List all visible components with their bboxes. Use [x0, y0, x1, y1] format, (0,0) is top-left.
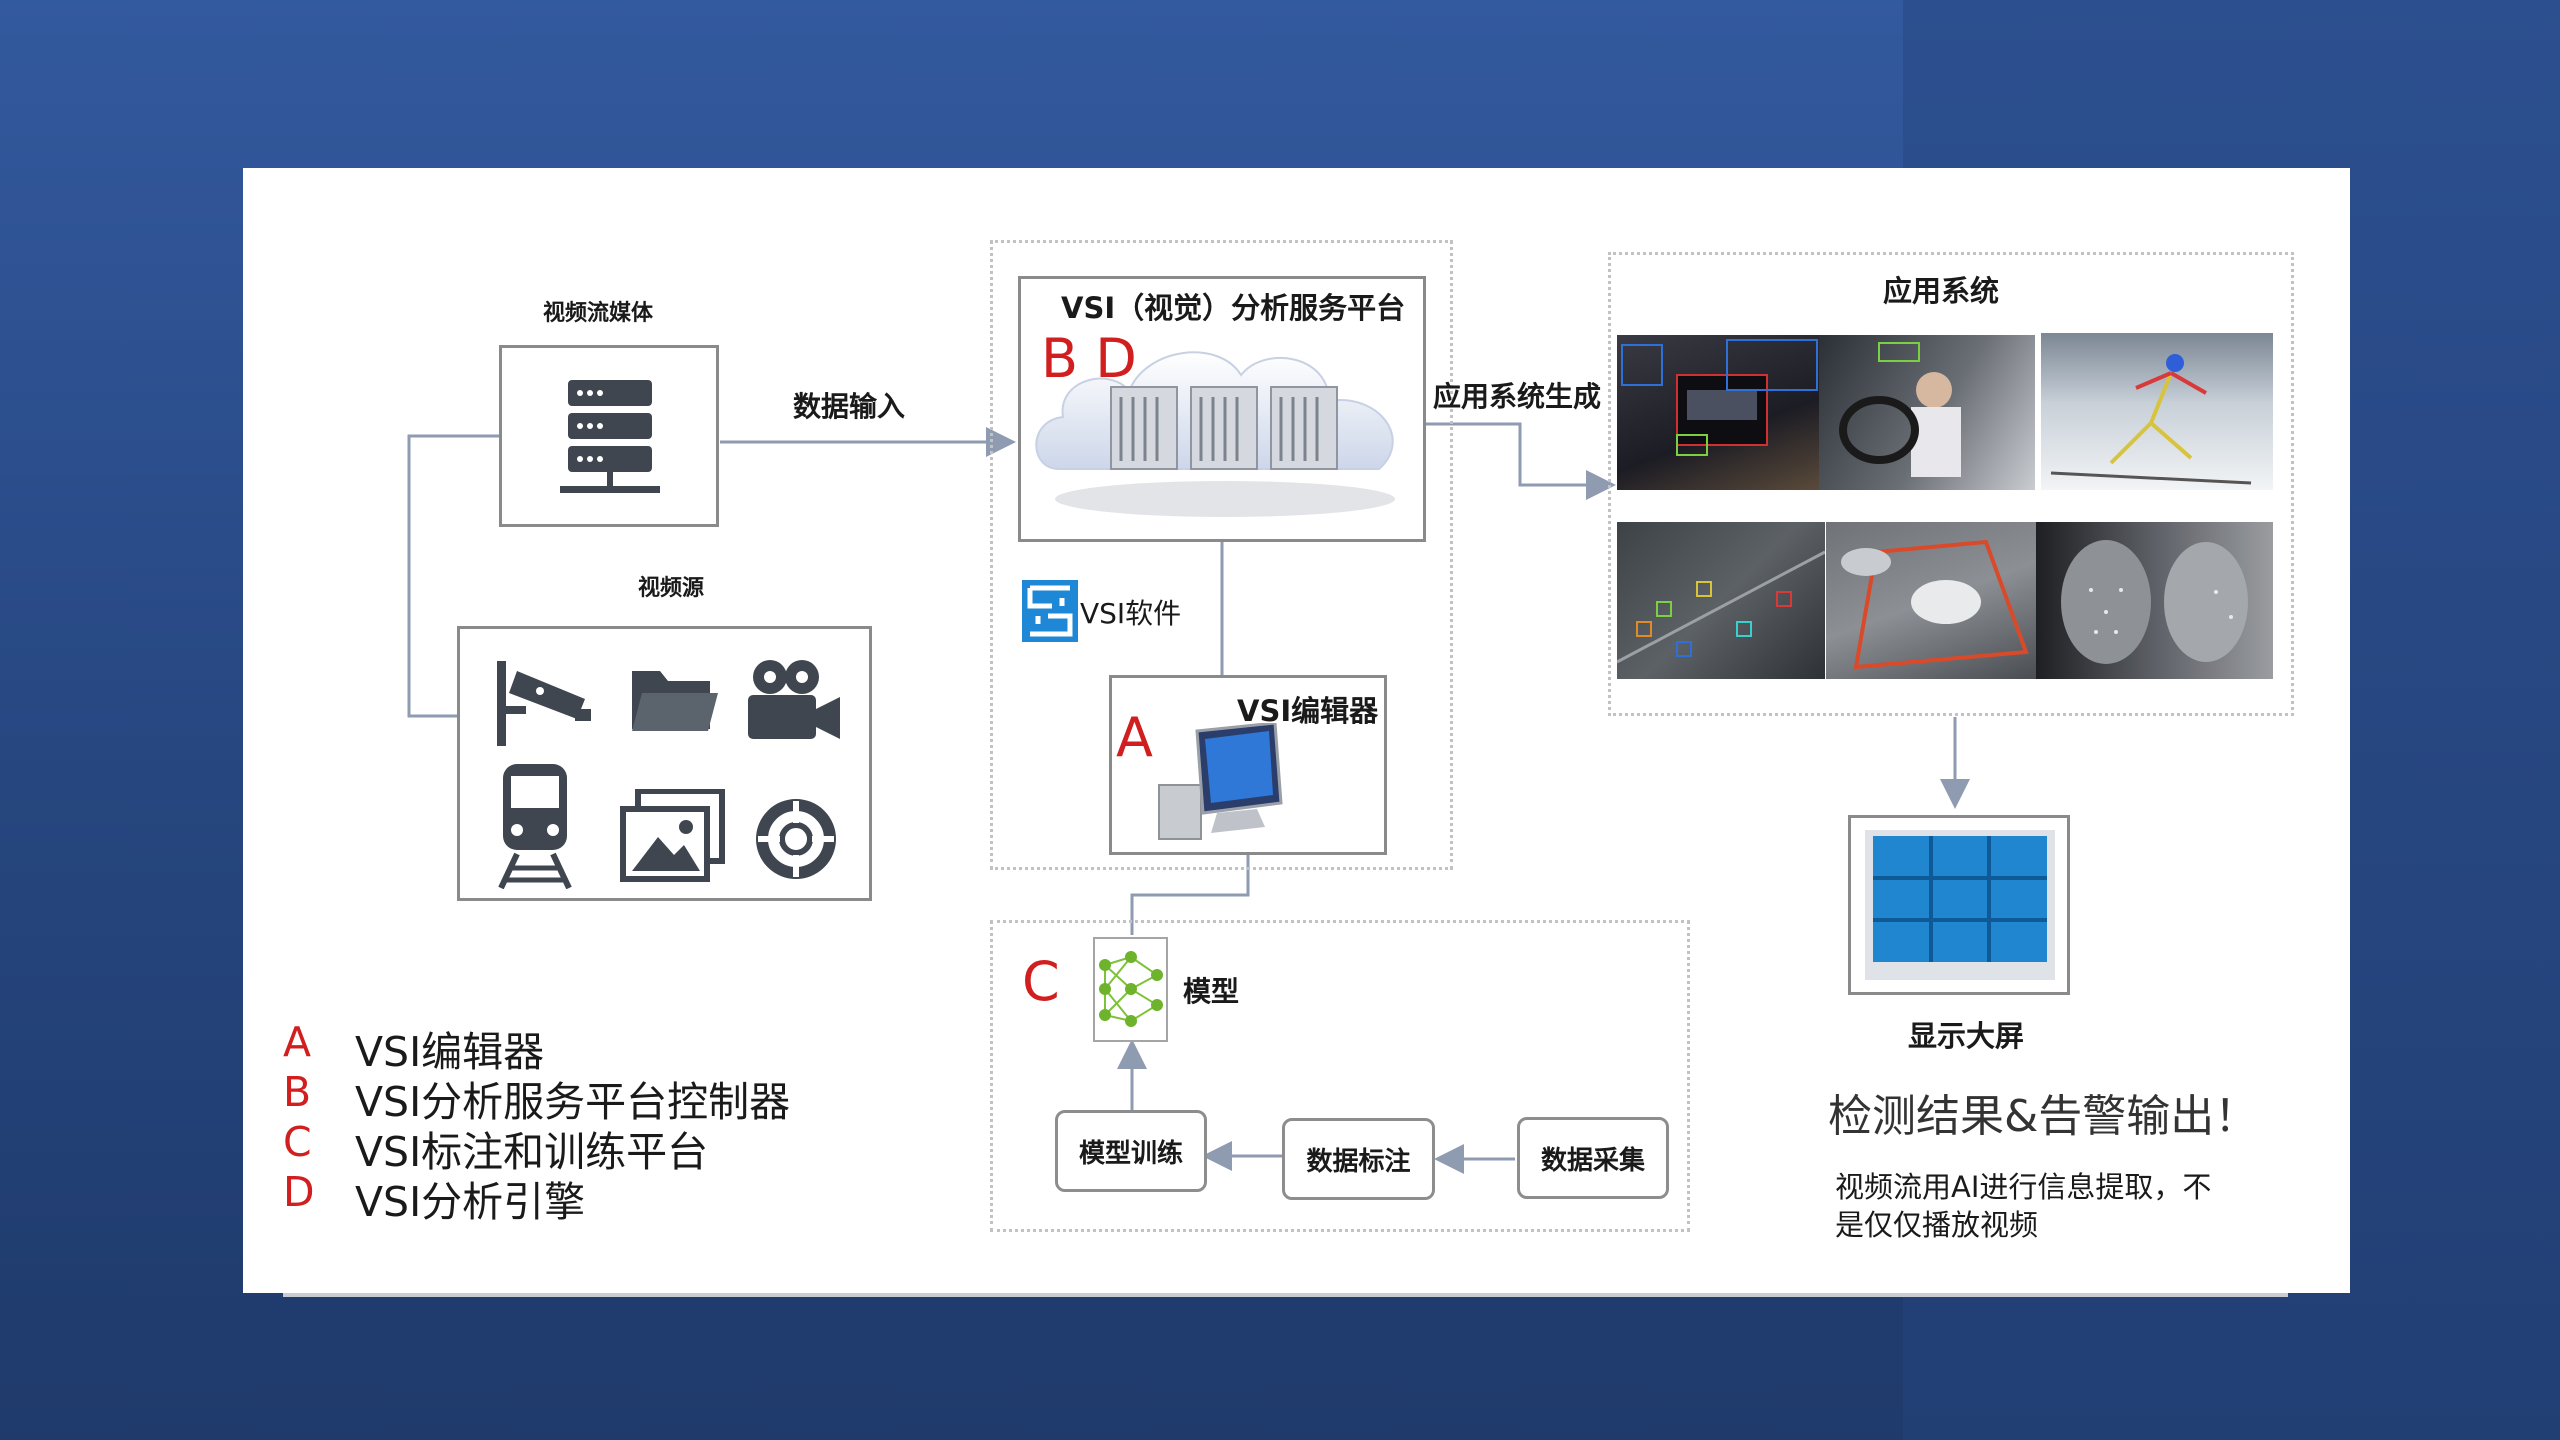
video-source-label: 视频源: [638, 576, 705, 601]
video-stream-media-label: 视频流媒体: [543, 301, 654, 326]
output-headline: 检测结果&告警输出！: [1828, 1091, 2259, 1142]
movie-camera-icon: [748, 660, 840, 739]
vsi-software-label: VSI软件: [1080, 597, 1182, 630]
train-icon: [498, 764, 572, 889]
folder-icon: [632, 671, 718, 731]
data-collection-box: 数据采集: [1517, 1117, 1669, 1199]
image-gallery-icon: [620, 789, 725, 882]
legend-key: C: [283, 1118, 312, 1166]
surveillance-camera-icon: [497, 661, 591, 746]
model-letter-c: C: [1022, 950, 1060, 1013]
model-label: 模型: [1183, 975, 1240, 1008]
data-collection-label: 数据采集: [1540, 1145, 1645, 1176]
video-wall-icon: [1865, 830, 2055, 980]
vsi-platform-box: VSI（视觉）分析服务平台 B D: [1018, 276, 1426, 542]
platform-title: VSI（视觉）分析服务平台: [1061, 291, 1406, 325]
video-source-box: [457, 626, 872, 901]
editor-letter-a: A: [1116, 706, 1153, 769]
data-labeling-label: 数据标注: [1306, 1146, 1411, 1177]
legend-key: B: [283, 1068, 312, 1116]
lifebuoy-icon: [756, 799, 836, 879]
driver-monitoring-thumbnail: [1819, 335, 2035, 490]
traffic-aerial-thumbnail: [1617, 522, 1825, 679]
model-training-box: 模型训练: [1055, 1110, 1207, 1192]
legend-key: D: [283, 1168, 315, 1216]
server-icon: [560, 380, 660, 493]
parking-detection-thumbnail: [1826, 522, 2036, 679]
display-label: 显示大屏: [1908, 1019, 2025, 1053]
face-landmark-thumbnail: [2036, 522, 2273, 679]
platform-letters-bd: B D: [1041, 327, 1137, 390]
app-generate-label: 应用系统生成: [1433, 380, 1602, 413]
data-input-label: 数据输入: [793, 390, 906, 423]
model-training-label: 模型训练: [1078, 1138, 1183, 1169]
output-note: 视频流用AI进行信息提取，不是仅仅播放视频: [1835, 1170, 2212, 1242]
legend-key: A: [283, 1018, 312, 1066]
pose-estimation-thumbnail: [2041, 333, 2273, 490]
computer-monitor-icon: [1158, 723, 1283, 840]
data-labeling-box: 数据标注: [1282, 1118, 1435, 1200]
neural-network-icon: [1099, 951, 1163, 1027]
server-box: [499, 345, 719, 527]
display-box: [1848, 815, 2070, 995]
legend-text: VSI分析引擎: [355, 1178, 586, 1226]
vsi-editor-box: VSI编辑器 A: [1109, 675, 1387, 855]
vsi-logo-icon: [1022, 580, 1078, 642]
model-box: [1093, 937, 1168, 1042]
app-system-label: 应用系统: [1883, 274, 2000, 308]
vehicle-detection-thumbnail: [1617, 335, 1819, 490]
